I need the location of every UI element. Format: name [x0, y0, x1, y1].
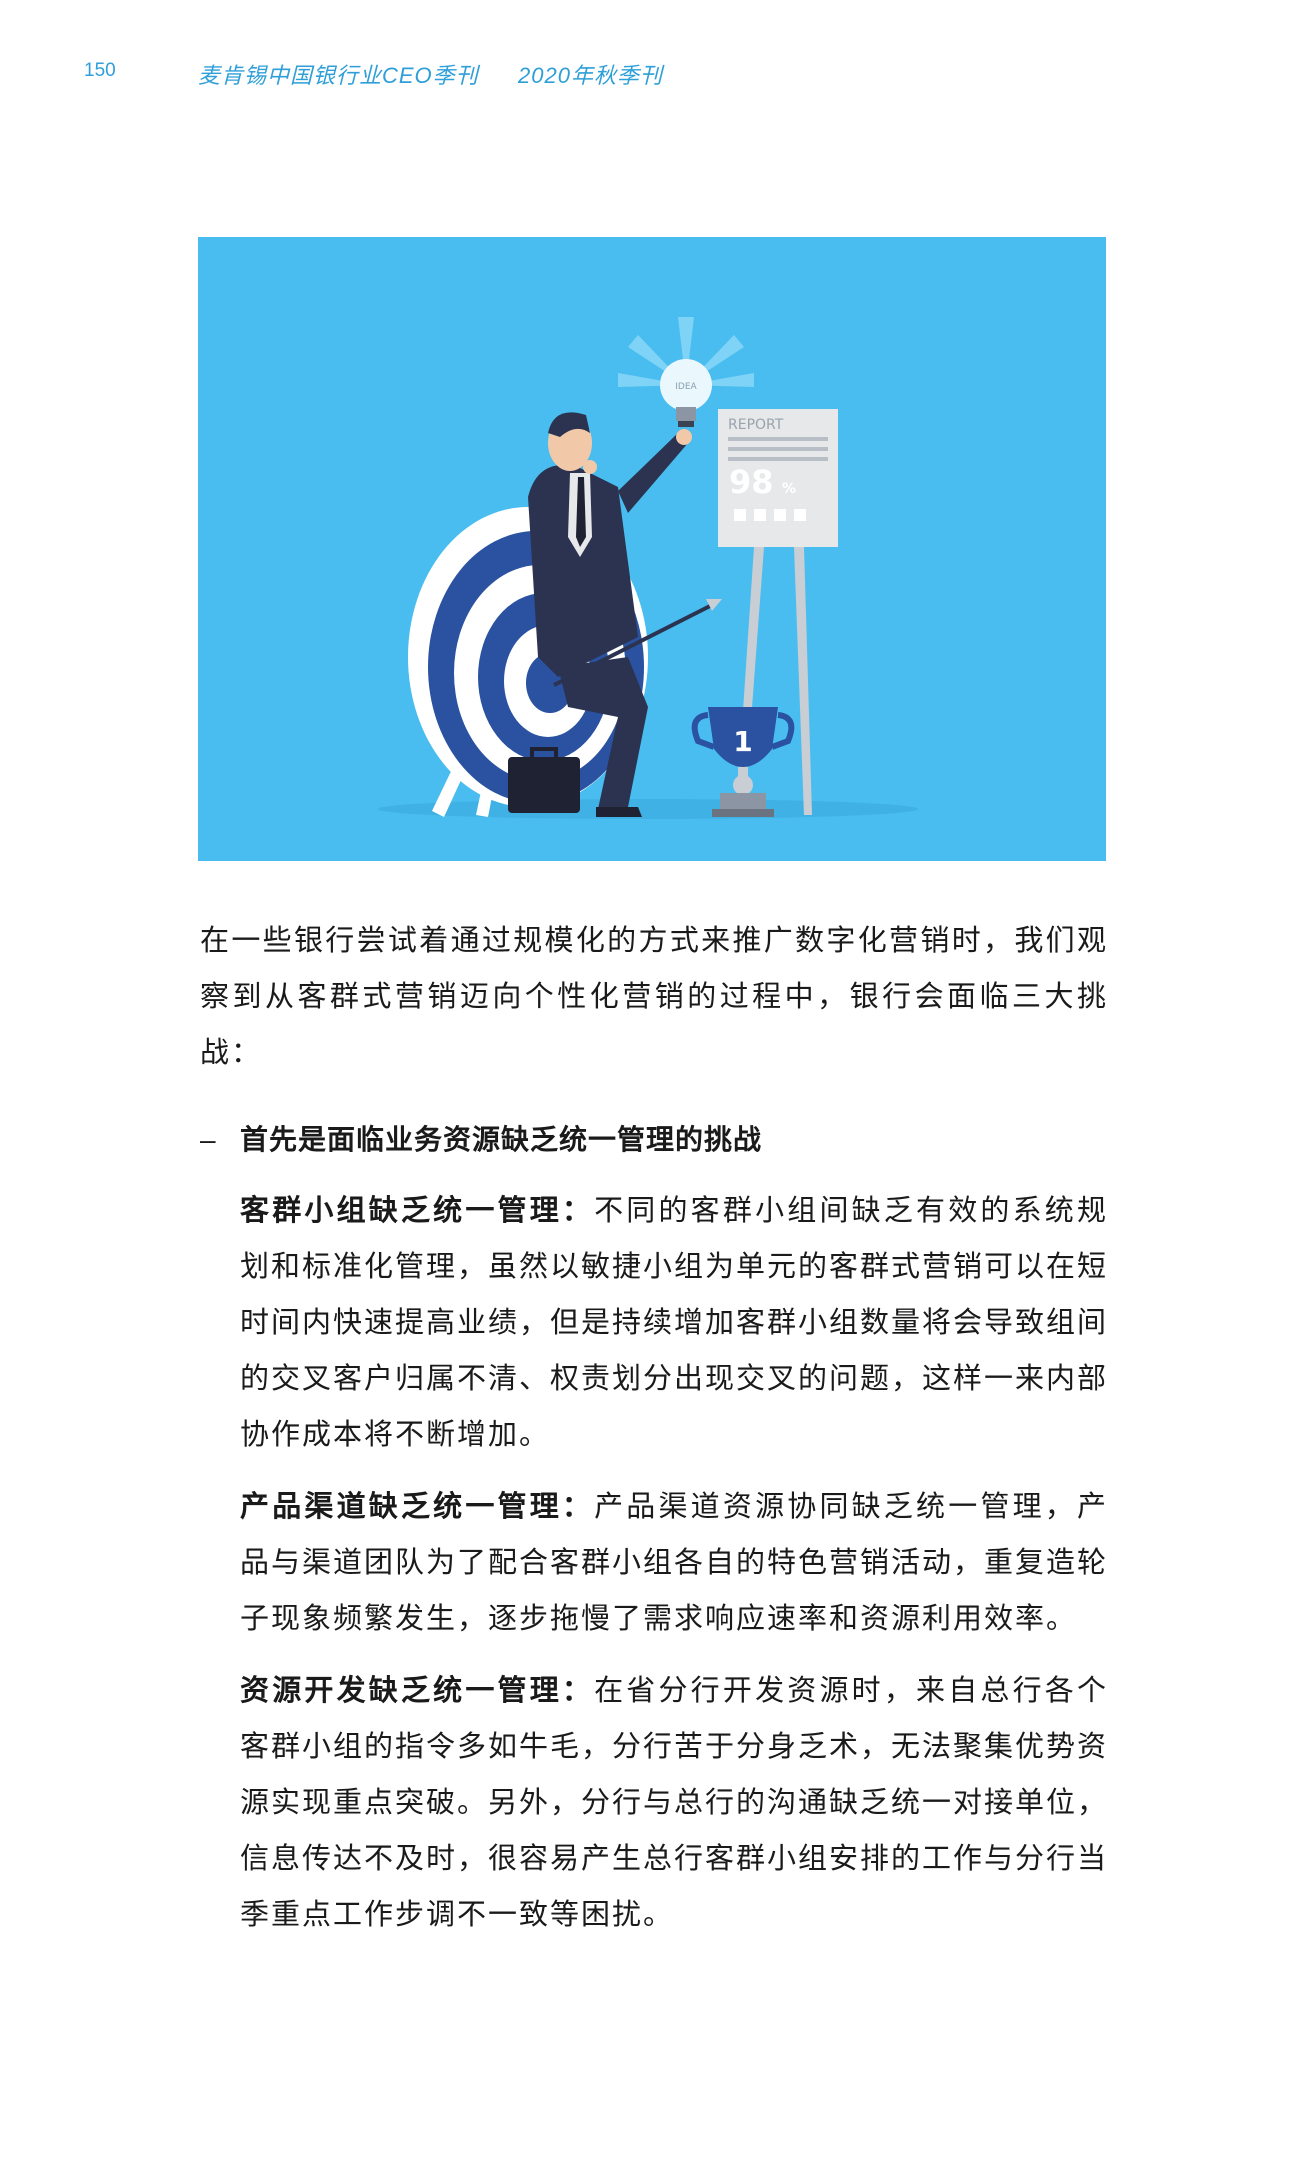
- bullet-dash: –: [200, 1124, 216, 1155]
- challenge-item: 资源开发缺乏统一管理：在省分行开发资源时，来自总行各个客群小组的指令多如牛毛，分…: [240, 1662, 1108, 1942]
- page-header: 150 麦肯锡中国银行业CEO季刊 2020年秋季刊: [84, 58, 1216, 88]
- challenge-section: – 首先是面临业务资源缺乏统一管理的挑战 客群小组缺乏统一管理：不同的客群小组间…: [200, 1112, 1108, 1942]
- challenge-item: 产品渠道缺乏统一管理：产品渠道资源协同缺乏统一管理，产品与渠道团队为了配合客群小…: [240, 1478, 1108, 1646]
- item-heading: 客群小组缺乏统一管理：: [240, 1193, 595, 1227]
- intro-paragraph: 在一些银行尝试着通过规模化的方式来推广数字化营销时，我们观察到从客群式营销迈向个…: [200, 923, 1108, 1069]
- report-value: 98: [729, 463, 774, 501]
- article-body: 在一些银行尝试着通过规模化的方式来推广数字化营销时，我们观察到从客群式营销迈向个…: [200, 912, 1108, 1958]
- businessman-target-illustration: IDEA REPORT 98 % 1: [198, 237, 1106, 861]
- issue-label: 2020年秋季刊: [518, 63, 663, 88]
- page-number: 150: [84, 60, 116, 81]
- publication-title: 麦肯锡中国银行业CEO季刊: [198, 63, 479, 88]
- report-unit: %: [782, 481, 796, 497]
- item-text: 不同的客群小组间缺乏有效的系统规划和标准化管理，虽然以敏捷小组为单元的客群式营销…: [240, 1193, 1109, 1451]
- trophy-number: 1: [733, 725, 752, 758]
- item-heading: 产品渠道缺乏统一管理：: [240, 1489, 595, 1523]
- challenge-item: 客群小组缺乏统一管理：不同的客群小组间缺乏有效的系统规划和标准化管理，虽然以敏捷…: [240, 1182, 1108, 1462]
- briefcase-icon: [508, 757, 580, 813]
- lightbulb-icon: IDEA: [660, 359, 712, 427]
- challenge-title: 首先是面临业务资源缺乏统一管理的挑战: [240, 1123, 763, 1156]
- item-heading: 资源开发缺乏统一管理：: [240, 1673, 595, 1707]
- bulb-label: IDEA: [675, 382, 697, 392]
- report-title: REPORT: [728, 417, 784, 433]
- item-text: 在省分行开发资源时，来自总行各个客群小组的指令多如牛毛，分行苦于分身乏术，无法聚…: [240, 1673, 1109, 1931]
